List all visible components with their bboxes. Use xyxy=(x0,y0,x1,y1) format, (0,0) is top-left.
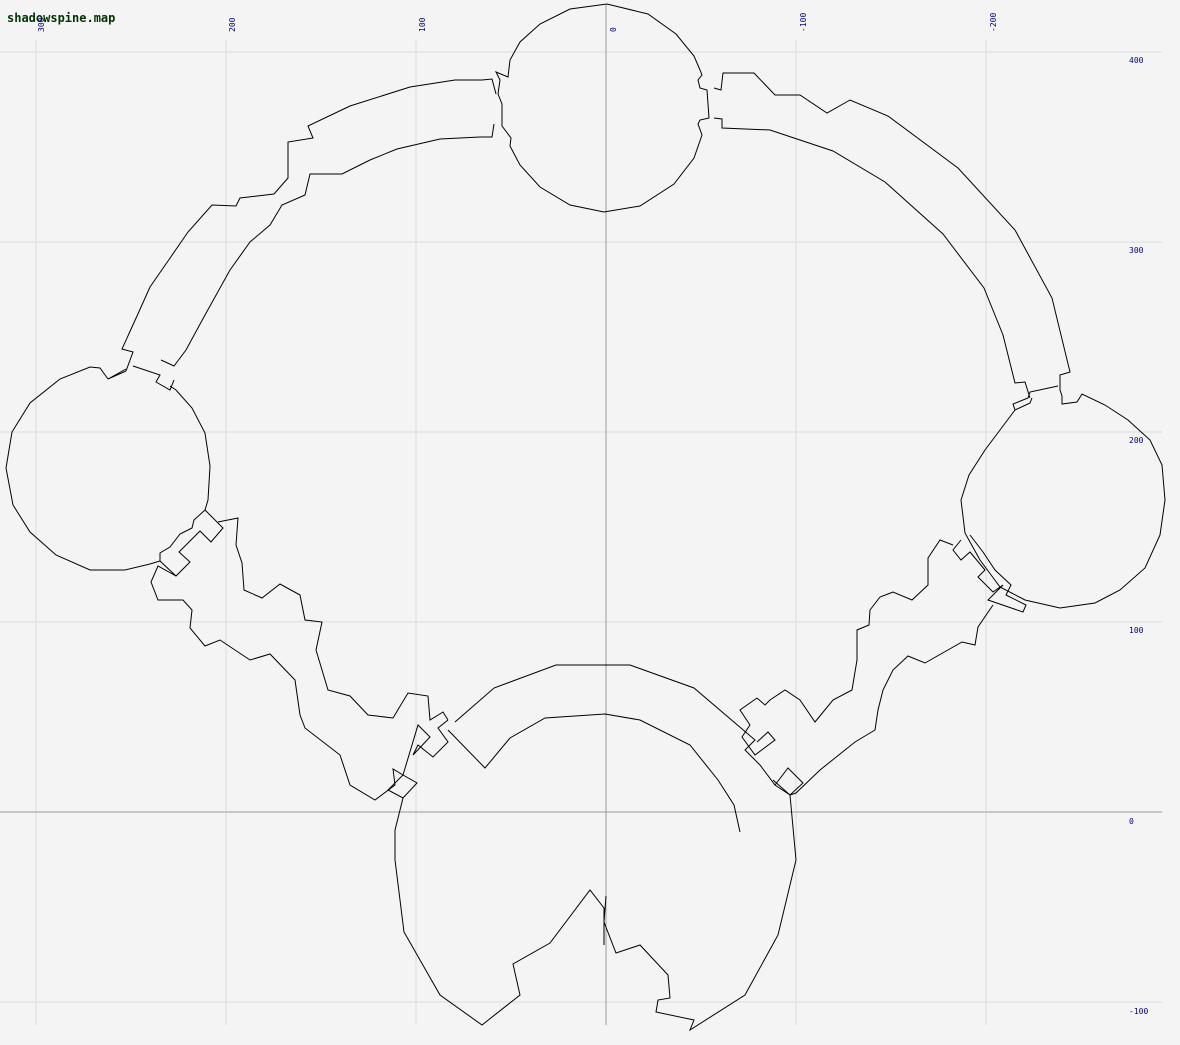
corridor-lower-left-inner xyxy=(217,517,449,721)
x-tick-label: -200 xyxy=(989,13,998,32)
y-tick-label: 300 xyxy=(1129,246,1144,255)
corridor-upper-right-inner xyxy=(713,117,1031,399)
corridor-upper-left-outer xyxy=(121,78,497,372)
axes xyxy=(0,5,1162,1025)
x-tick-label: 100 xyxy=(418,17,427,32)
y-tick-label: 0 xyxy=(1129,817,1134,826)
y-tick-label: 100 xyxy=(1129,626,1144,635)
gate-upper-left-b xyxy=(132,365,175,391)
x-tick-labels: 300 200 100 0 -100 -200 xyxy=(37,13,998,32)
south-arc-outer xyxy=(454,664,791,796)
grid-lines xyxy=(0,40,1162,1025)
top-chamber-wall xyxy=(494,3,710,213)
map-walls xyxy=(5,3,1166,1032)
y-tick-label: -100 xyxy=(1129,1007,1148,1016)
map-canvas[interactable]: 300 200 100 0 -100 -200 400 300 200 100 … xyxy=(0,0,1180,1045)
right-chamber-wall xyxy=(960,389,1166,609)
corridor-upper-left-inner xyxy=(160,123,495,367)
gate-left-south xyxy=(387,719,449,799)
corridor-lower-left-outer xyxy=(150,565,404,801)
x-tick-label: 0 xyxy=(609,27,618,32)
corridor-lower-right-outer xyxy=(756,539,954,723)
gate-left-lower-a xyxy=(159,509,224,577)
y-tick-label: 200 xyxy=(1129,436,1144,445)
corridor-left-to-south xyxy=(394,797,605,1026)
x-tick-label: 200 xyxy=(228,17,237,32)
y-tick-labels: 400 300 200 100 0 -100 xyxy=(1129,56,1148,1016)
y-tick-label: 400 xyxy=(1129,56,1144,65)
gate-upper-left-a xyxy=(107,368,127,380)
south-arc-inner xyxy=(447,713,741,833)
x-tick-label: 300 xyxy=(37,17,46,32)
gate-upper-right xyxy=(1012,385,1059,411)
x-tick-label: -100 xyxy=(799,13,808,32)
south-chamber-wall xyxy=(603,794,797,1032)
corridor-upper-right-outer xyxy=(713,72,1071,390)
left-chamber-wall xyxy=(5,366,211,571)
corridor-lower-right-inner xyxy=(789,604,994,796)
